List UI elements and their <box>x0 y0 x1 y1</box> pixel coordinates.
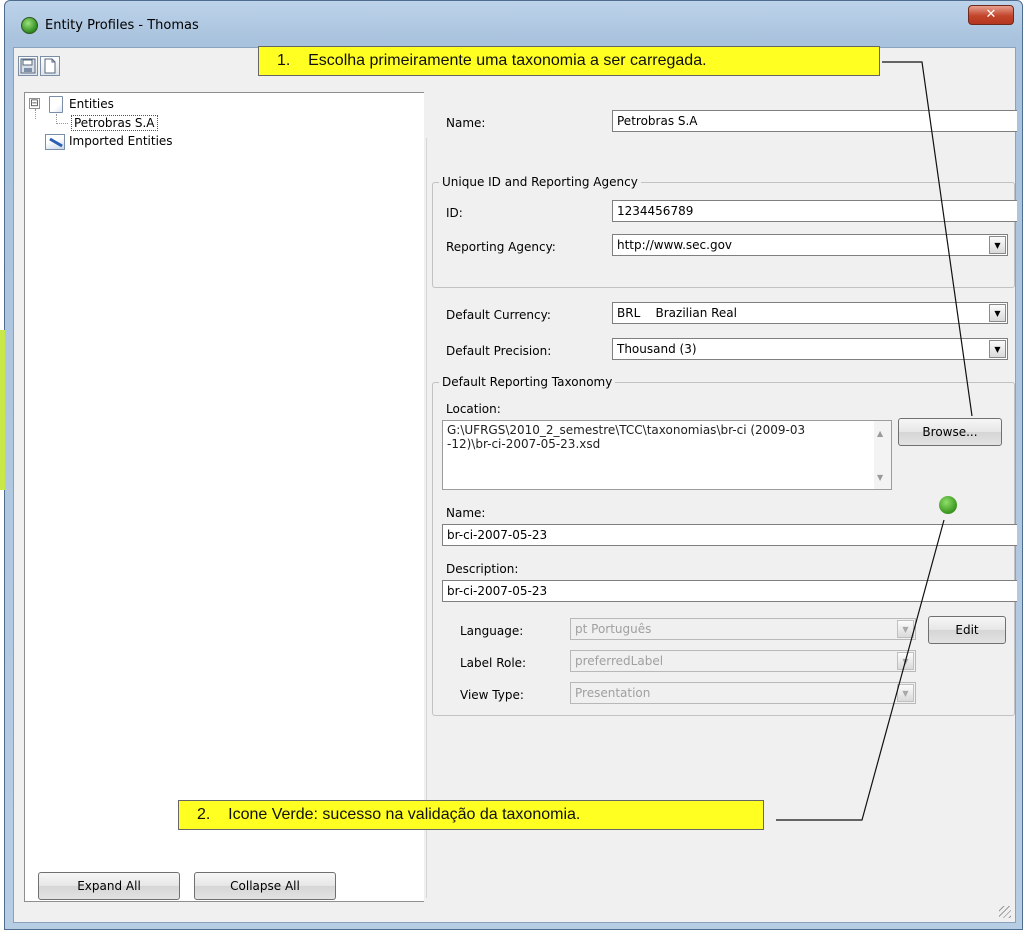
callout-leader-lines <box>776 61 973 821</box>
leader-line-2 <box>776 519 945 821</box>
leader-line-1 <box>882 61 973 417</box>
